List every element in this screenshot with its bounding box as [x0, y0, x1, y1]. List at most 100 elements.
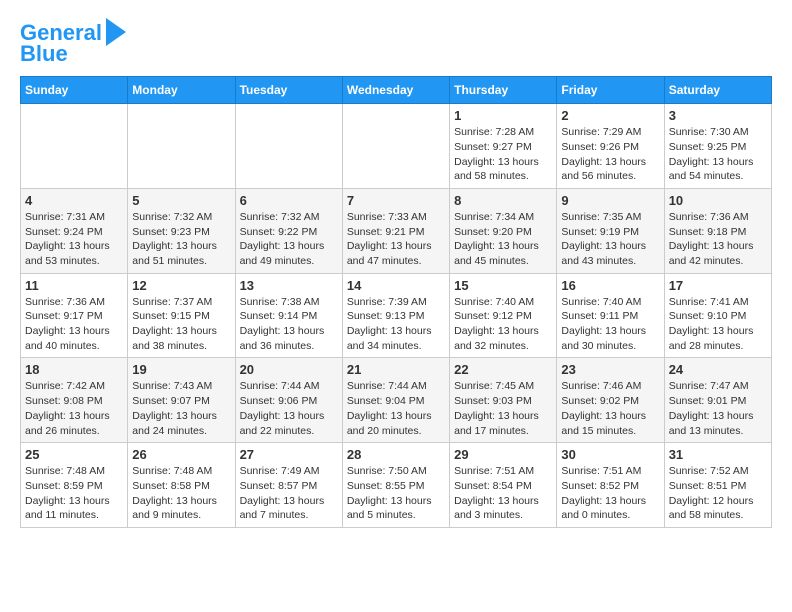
calendar-week-row: 4 Sunrise: 7:31 AM Sunset: 9:24 PM Daylig…	[21, 188, 772, 273]
day-number: 1	[454, 108, 552, 123]
day-number: 7	[347, 193, 445, 208]
day-info: Sunrise: 7:49 AM Sunset: 8:57 PM Dayligh…	[240, 464, 338, 523]
day-info: Sunrise: 7:48 AM Sunset: 8:58 PM Dayligh…	[132, 464, 230, 523]
calendar-cell	[128, 104, 235, 189]
day-info: Sunrise: 7:30 AM Sunset: 9:25 PM Dayligh…	[669, 125, 767, 184]
day-number: 2	[561, 108, 659, 123]
day-number: 31	[669, 447, 767, 462]
day-number: 24	[669, 362, 767, 377]
day-info: Sunrise: 7:29 AM Sunset: 9:26 PM Dayligh…	[561, 125, 659, 184]
calendar-week-row: 1Sunrise: 7:28 AM Sunset: 9:27 PM Daylig…	[21, 104, 772, 189]
day-info: Sunrise: 7:48 AM Sunset: 8:59 PM Dayligh…	[25, 464, 123, 523]
day-info: Sunrise: 7:36 AM Sunset: 9:18 PM Dayligh…	[669, 210, 767, 269]
day-info: Sunrise: 7:40 AM Sunset: 9:12 PM Dayligh…	[454, 295, 552, 354]
weekday-header-tuesday: Tuesday	[235, 77, 342, 104]
calendar-cell: 17Sunrise: 7:41 AM Sunset: 9:10 PM Dayli…	[664, 273, 771, 358]
day-number: 19	[132, 362, 230, 377]
weekday-header-sunday: Sunday	[21, 77, 128, 104]
weekday-header-monday: Monday	[128, 77, 235, 104]
calendar-cell: 13Sunrise: 7:38 AM Sunset: 9:14 PM Dayli…	[235, 273, 342, 358]
calendar-cell: 22 Sunrise: 7:45 AM Sunset: 9:03 PM Dayli…	[450, 358, 557, 443]
calendar-cell: 5 Sunrise: 7:32 AM Sunset: 9:23 PM Daylig…	[128, 188, 235, 273]
day-info: Sunrise: 7:44 AM Sunset: 9:04 PM Dayligh…	[347, 379, 445, 438]
logo-arrow-icon	[106, 18, 126, 46]
calendar-cell: 4 Sunrise: 7:31 AM Sunset: 9:24 PM Daylig…	[21, 188, 128, 273]
day-number: 26	[132, 447, 230, 462]
calendar-week-row: 18 Sunrise: 7:42 AM Sunset: 9:08 PM Dayli…	[21, 358, 772, 443]
day-number: 28	[347, 447, 445, 462]
calendar-cell: 9 Sunrise: 7:35 AM Sunset: 9:19 PM Daylig…	[557, 188, 664, 273]
day-number: 8	[454, 193, 552, 208]
day-info: Sunrise: 7:37 AM Sunset: 9:15 PM Dayligh…	[132, 295, 230, 354]
weekday-header-wednesday: Wednesday	[342, 77, 449, 104]
calendar-cell: 24 Sunrise: 7:47 AM Sunset: 9:01 PM Dayli…	[664, 358, 771, 443]
calendar-cell: 30 Sunrise: 7:51 AM Sunset: 8:52 PM Dayli…	[557, 443, 664, 528]
day-info: Sunrise: 7:50 AM Sunset: 8:55 PM Dayligh…	[347, 464, 445, 523]
calendar-cell: 1Sunrise: 7:28 AM Sunset: 9:27 PM Daylig…	[450, 104, 557, 189]
weekday-header-thursday: Thursday	[450, 77, 557, 104]
weekday-header-friday: Friday	[557, 77, 664, 104]
calendar-cell	[342, 104, 449, 189]
calendar-cell: 6 Sunrise: 7:32 AM Sunset: 9:22 PM Daylig…	[235, 188, 342, 273]
calendar-cell: 26 Sunrise: 7:48 AM Sunset: 8:58 PM Dayli…	[128, 443, 235, 528]
calendar-cell: 16 Sunrise: 7:40 AM Sunset: 9:11 PM Dayli…	[557, 273, 664, 358]
calendar-body: 1Sunrise: 7:28 AM Sunset: 9:27 PM Daylig…	[21, 104, 772, 528]
day-info: Sunrise: 7:33 AM Sunset: 9:21 PM Dayligh…	[347, 210, 445, 269]
calendar-cell: 7 Sunrise: 7:33 AM Sunset: 9:21 PM Daylig…	[342, 188, 449, 273]
day-info: Sunrise: 7:40 AM Sunset: 9:11 PM Dayligh…	[561, 295, 659, 354]
logo: General Blue	[20, 20, 126, 66]
day-number: 4	[25, 193, 123, 208]
day-info: Sunrise: 7:52 AM Sunset: 8:51 PM Dayligh…	[669, 464, 767, 523]
day-number: 30	[561, 447, 659, 462]
calendar-cell: 31 Sunrise: 7:52 AM Sunset: 8:51 PM Dayli…	[664, 443, 771, 528]
day-number: 5	[132, 193, 230, 208]
day-info: Sunrise: 7:36 AM Sunset: 9:17 PM Dayligh…	[25, 295, 123, 354]
day-info: Sunrise: 7:31 AM Sunset: 9:24 PM Dayligh…	[25, 210, 123, 269]
day-number: 13	[240, 278, 338, 293]
weekday-header-row: SundayMondayTuesdayWednesdayThursdayFrid…	[21, 77, 772, 104]
day-info: Sunrise: 7:34 AM Sunset: 9:20 PM Dayligh…	[454, 210, 552, 269]
day-number: 22	[454, 362, 552, 377]
day-number: 6	[240, 193, 338, 208]
day-number: 17	[669, 278, 767, 293]
day-number: 20	[240, 362, 338, 377]
calendar-cell	[21, 104, 128, 189]
day-info: Sunrise: 7:32 AM Sunset: 9:23 PM Dayligh…	[132, 210, 230, 269]
weekday-header-saturday: Saturday	[664, 77, 771, 104]
day-info: Sunrise: 7:51 AM Sunset: 8:54 PM Dayligh…	[454, 464, 552, 523]
calendar-cell: 10Sunrise: 7:36 AM Sunset: 9:18 PM Dayli…	[664, 188, 771, 273]
day-number: 11	[25, 278, 123, 293]
calendar-cell: 2 Sunrise: 7:29 AM Sunset: 9:26 PM Daylig…	[557, 104, 664, 189]
calendar-cell: 29 Sunrise: 7:51 AM Sunset: 8:54 PM Dayli…	[450, 443, 557, 528]
day-info: Sunrise: 7:51 AM Sunset: 8:52 PM Dayligh…	[561, 464, 659, 523]
day-number: 12	[132, 278, 230, 293]
calendar-cell: 14Sunrise: 7:39 AM Sunset: 9:13 PM Dayli…	[342, 273, 449, 358]
day-number: 15	[454, 278, 552, 293]
day-number: 9	[561, 193, 659, 208]
calendar-cell: 12 Sunrise: 7:37 AM Sunset: 9:15 PM Dayli…	[128, 273, 235, 358]
day-number: 29	[454, 447, 552, 462]
day-info: Sunrise: 7:32 AM Sunset: 9:22 PM Dayligh…	[240, 210, 338, 269]
calendar-cell: 25Sunrise: 7:48 AM Sunset: 8:59 PM Dayli…	[21, 443, 128, 528]
day-info: Sunrise: 7:44 AM Sunset: 9:06 PM Dayligh…	[240, 379, 338, 438]
calendar-cell: 18 Sunrise: 7:42 AM Sunset: 9:08 PM Dayli…	[21, 358, 128, 443]
calendar-cell: 21 Sunrise: 7:44 AM Sunset: 9:04 PM Dayli…	[342, 358, 449, 443]
calendar-table: SundayMondayTuesdayWednesdayThursdayFrid…	[20, 76, 772, 528]
day-number: 18	[25, 362, 123, 377]
calendar-cell: 11 Sunrise: 7:36 AM Sunset: 9:17 PM Dayli…	[21, 273, 128, 358]
day-info: Sunrise: 7:46 AM Sunset: 9:02 PM Dayligh…	[561, 379, 659, 438]
logo-text-blue: Blue	[20, 42, 68, 66]
day-info: Sunrise: 7:35 AM Sunset: 9:19 PM Dayligh…	[561, 210, 659, 269]
calendar-header: SundayMondayTuesdayWednesdayThursdayFrid…	[21, 77, 772, 104]
day-info: Sunrise: 7:47 AM Sunset: 9:01 PM Dayligh…	[669, 379, 767, 438]
day-info: Sunrise: 7:39 AM Sunset: 9:13 PM Dayligh…	[347, 295, 445, 354]
calendar-week-row: 25Sunrise: 7:48 AM Sunset: 8:59 PM Dayli…	[21, 443, 772, 528]
day-number: 16	[561, 278, 659, 293]
day-number: 23	[561, 362, 659, 377]
calendar-cell: 19Sunrise: 7:43 AM Sunset: 9:07 PM Dayli…	[128, 358, 235, 443]
day-info: Sunrise: 7:42 AM Sunset: 9:08 PM Dayligh…	[25, 379, 123, 438]
calendar-cell: 3 Sunrise: 7:30 AM Sunset: 9:25 PM Daylig…	[664, 104, 771, 189]
day-number: 21	[347, 362, 445, 377]
day-number: 3	[669, 108, 767, 123]
day-info: Sunrise: 7:45 AM Sunset: 9:03 PM Dayligh…	[454, 379, 552, 438]
